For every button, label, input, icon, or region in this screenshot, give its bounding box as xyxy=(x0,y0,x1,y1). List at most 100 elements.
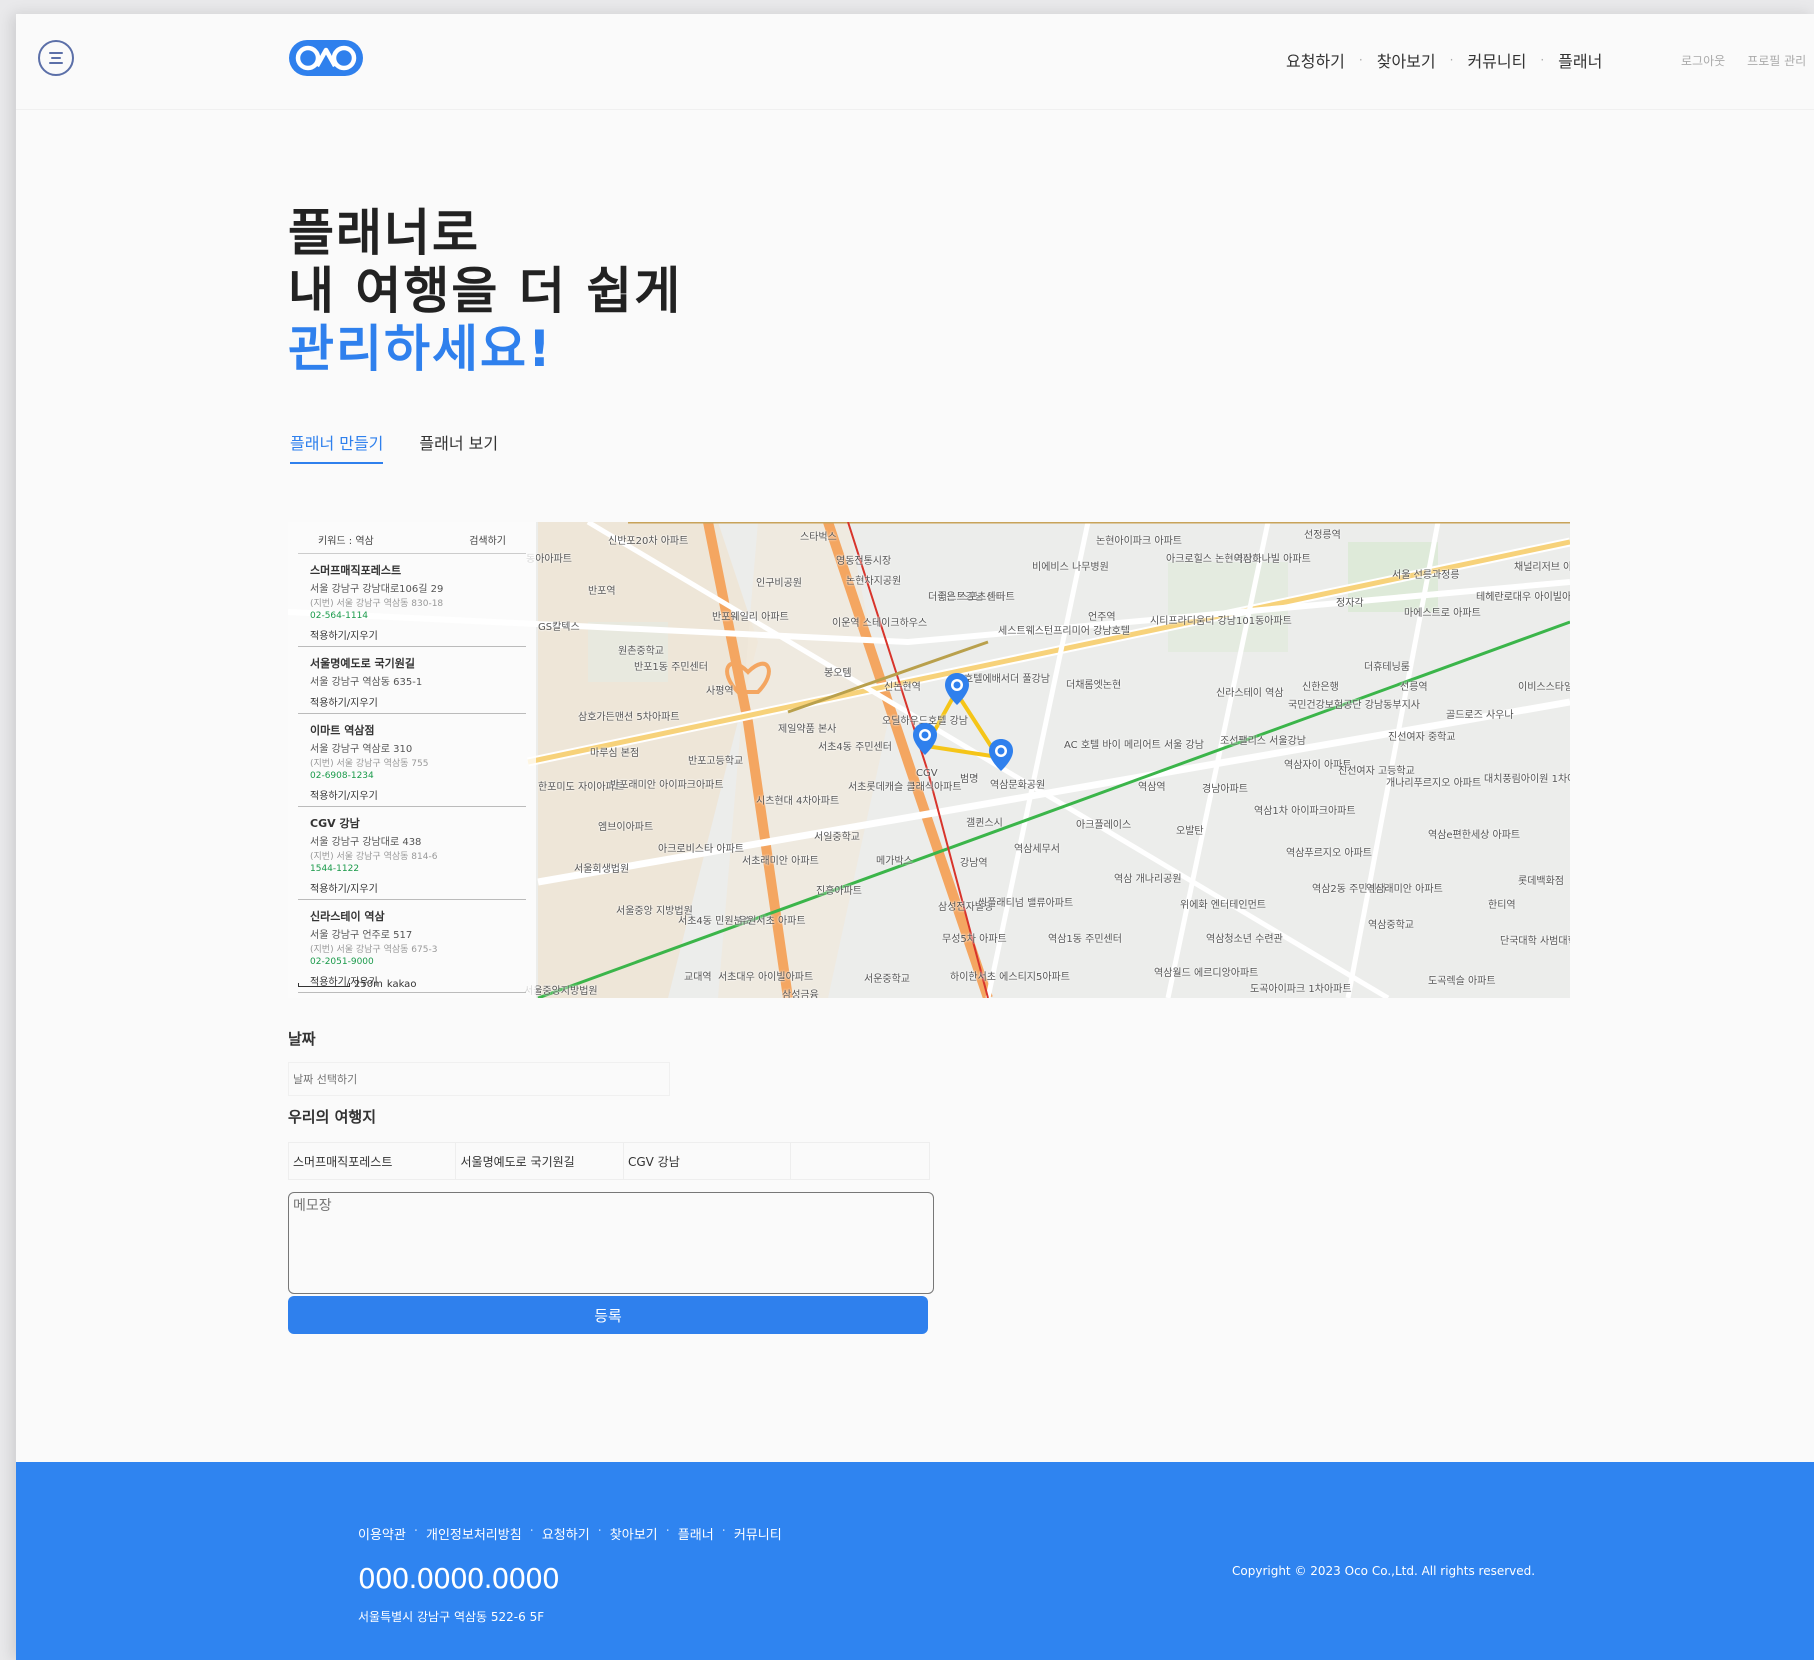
map-pin-icon[interactable] xyxy=(988,738,1014,772)
map-place-label: 영동전통시장 xyxy=(836,556,892,567)
footer-address: 서울특별시 강남구 역삼동 522-6 5F xyxy=(358,1610,545,1624)
footer-link[interactable]: 이용약관 xyxy=(358,1524,406,1543)
place-address: 서울 강남구 역삼로 310 xyxy=(310,744,413,755)
nav-separator: · xyxy=(1449,53,1454,67)
map-place-label: 조선팰리스 서울강남 xyxy=(1220,736,1306,747)
page: 요청하기 · 찾아보기 · 커뮤니티 · 플래너 로그아웃 프로필 관리 플래너… xyxy=(16,14,1814,1660)
nav-community[interactable]: 커뮤니티 xyxy=(1467,48,1526,72)
map-pin-icon[interactable] xyxy=(944,672,970,706)
map-place-label: 삼성금융 xyxy=(782,990,819,998)
map-place-label: 테헤란로대우 아이빌아파트 xyxy=(1476,592,1570,603)
map-place-label: 정자각 xyxy=(1336,598,1364,609)
place-address: 서울 강남구 언주로 517 xyxy=(310,930,413,941)
scale-bar xyxy=(298,982,350,987)
map-place-label: 더좋은 스포츠센터 xyxy=(928,592,1005,603)
register-button[interactable]: 등록 xyxy=(288,1296,928,1334)
tab-create-planner[interactable]: 플래너 만들기 xyxy=(290,430,384,464)
nav-explore[interactable]: 찾아보기 xyxy=(1377,48,1436,72)
map-scale: 250m kakao xyxy=(298,979,416,990)
map-place-label: 역삼래미안 아파트 xyxy=(1366,884,1443,895)
hero-line-2: 내 여행을 더 쉽게 xyxy=(288,262,683,320)
map-place-label: 역삼중학교 xyxy=(1368,920,1414,931)
destination-item[interactable]: 서울명예도로 국기원길 xyxy=(456,1143,624,1179)
place-address: 서울 강남구 역삼동 635-1 xyxy=(310,677,423,688)
footer-link[interactable]: 커뮤니티 xyxy=(734,1524,782,1543)
map-place-label: 서초대우 아이빌아파트 xyxy=(718,972,814,983)
map-place-label: 경남아파트 xyxy=(1202,784,1248,795)
map-place-label: 도곡렉슬 아파트 xyxy=(1428,976,1496,987)
place-phone: 02-6908-1234 xyxy=(310,771,374,781)
date-picker-input[interactable] xyxy=(288,1062,670,1096)
map-place-label: 논현차지공원 xyxy=(846,576,902,587)
map-place-label: 아크플레이스 xyxy=(1076,820,1132,831)
apply-remove-button[interactable]: 적용하기/지우기 xyxy=(310,627,526,642)
map-place-label: 역삼세무서 xyxy=(1014,844,1060,855)
destination-item[interactable] xyxy=(791,1143,929,1179)
place-search-panel: 키워드 : 역삼 검색하기 스머프매직포레스트 서울 강남구 강남대로106길 2… xyxy=(288,522,536,998)
place-result-item[interactable]: CGV 강남 서울 강남구 강남대로 438 (지번) 서울 강남구 역삼동 814… xyxy=(298,807,526,900)
map-place-label: 하이한서초 에스티지5아파트 xyxy=(950,972,1070,983)
map-place-label: 역삼월드 에르디앙아파트 xyxy=(1154,968,1259,979)
map-place-label: 오발탄 xyxy=(1176,826,1204,837)
footer-link[interactable]: 찾아보기 xyxy=(610,1524,658,1543)
main-nav: 요청하기 · 찾아보기 · 커뮤니티 · 플래너 xyxy=(1286,48,1602,72)
map-place-label: 사평역 xyxy=(706,686,734,697)
destination-item[interactable]: 스머프매직포레스트 xyxy=(289,1143,457,1179)
map-place-label: 국민건강보험공단 강남동부지사 xyxy=(1288,700,1420,711)
place-result-item[interactable]: 스머프매직포레스트 서울 강남구 강남대로106길 29 (지번) 서울 강남구 역… xyxy=(298,554,526,647)
place-name: 신라스테이 역삼 xyxy=(310,910,385,923)
map-place-label: 서초롯데캐슬 클래식아파트 xyxy=(848,782,962,793)
map-place-label: 진흥아파트 xyxy=(816,886,862,897)
profile-manage-link[interactable]: 프로필 관리 xyxy=(1747,52,1806,69)
map-place-label: 엠브이아파트 xyxy=(598,822,654,833)
destinations-label: 우리의 여행지 xyxy=(288,1108,377,1126)
nav-planner[interactable]: 플래너 xyxy=(1558,48,1602,72)
map-pin-icon[interactable] xyxy=(912,722,938,756)
map-place-label: 인구비공원 xyxy=(756,578,802,589)
apply-remove-button[interactable]: 적용하기/지우기 xyxy=(310,787,526,802)
map-place-label: 원촌중학교 xyxy=(618,646,664,657)
place-jibun: (지번) 서울 강남구 역삼동 830-18 xyxy=(310,599,444,609)
memo-textarea[interactable] xyxy=(288,1192,934,1294)
apply-remove-button[interactable]: 적용하기/지우기 xyxy=(310,694,526,709)
footer: 이용약관 · 개인정보처리방침 · 요청하기 · 찾아보기 · 플래너 · 커뮤니티 000.000… xyxy=(16,1462,1814,1660)
map-place-label: 반포고등학교 xyxy=(688,756,744,767)
map-place-label: 반포역 xyxy=(588,586,616,597)
map-place-label: CGV xyxy=(916,768,938,779)
map-place-label: 역삼하나빌 아파트 xyxy=(1234,554,1311,565)
map-place-label: 강남역 xyxy=(960,858,988,869)
place-result-item[interactable]: 서울명예도로 국기원길 서울 강남구 역삼동 635-1 적용하기/지우기 xyxy=(298,647,526,714)
hamburger-menu-icon[interactable] xyxy=(38,40,74,76)
map-place-label: 선릉역 xyxy=(1400,682,1428,693)
destination-item[interactable]: CGV 강남 xyxy=(624,1143,792,1179)
footer-link[interactable]: 요청하기 xyxy=(542,1524,590,1543)
footer-link[interactable]: 개인정보처리방침 xyxy=(426,1524,522,1543)
map-place-label: 역삼역 xyxy=(1138,782,1166,793)
map-place-label: 이운역 스테이크하우스 xyxy=(832,618,928,629)
map-place-label: 역삼푸르지오 아파트 xyxy=(1286,848,1372,859)
oco-logo[interactable] xyxy=(288,38,364,78)
nav-separator: · xyxy=(1358,53,1363,67)
footer-separator: · xyxy=(597,1524,602,1539)
map-place-label: 역삼 개나리공원 xyxy=(1114,874,1182,885)
search-button[interactable]: 검색하기 xyxy=(469,532,506,547)
footer-link[interactable]: 플래너 xyxy=(678,1524,714,1543)
search-keyword-field[interactable]: 키워드 : 역삼 xyxy=(318,532,374,547)
tab-view-planner[interactable]: 플래너 보기 xyxy=(419,430,498,464)
hero-line-3: 관리하세요! xyxy=(288,320,553,378)
map-view[interactable]: 신반포20차 아파트 동아아파트 반포역 GS칼텍스 원촌중학교 반포1동 주민센터 사평역… xyxy=(288,522,1570,998)
map-place-label: 신한은행 xyxy=(1302,682,1339,693)
date-label: 날짜 xyxy=(288,1030,316,1048)
apply-remove-button[interactable]: 적용하기/지우기 xyxy=(310,880,526,895)
place-phone: 02-2051-9000 xyxy=(310,957,374,967)
map-place-label: 서울 선릉과정릉 xyxy=(1392,570,1460,581)
map-place-label: 단국대학 사범대학부속고 xyxy=(1500,936,1570,947)
map-place-label: 서초래미안 아파트 xyxy=(742,856,819,867)
place-result-item[interactable]: 이마트 역삼점 서울 강남구 역삼로 310 (지번) 서울 강남구 역삼동 755… xyxy=(298,714,526,807)
map-place-label: 범명 xyxy=(960,774,979,785)
map-place-label: 반포웨일리 아파트 xyxy=(712,612,789,623)
map-place-label: 언주역 xyxy=(1088,612,1116,623)
logout-link[interactable]: 로그아웃 xyxy=(1681,52,1725,69)
map-place-label: 마에스트로 아파트 xyxy=(1404,608,1481,619)
nav-request[interactable]: 요청하기 xyxy=(1286,48,1345,72)
